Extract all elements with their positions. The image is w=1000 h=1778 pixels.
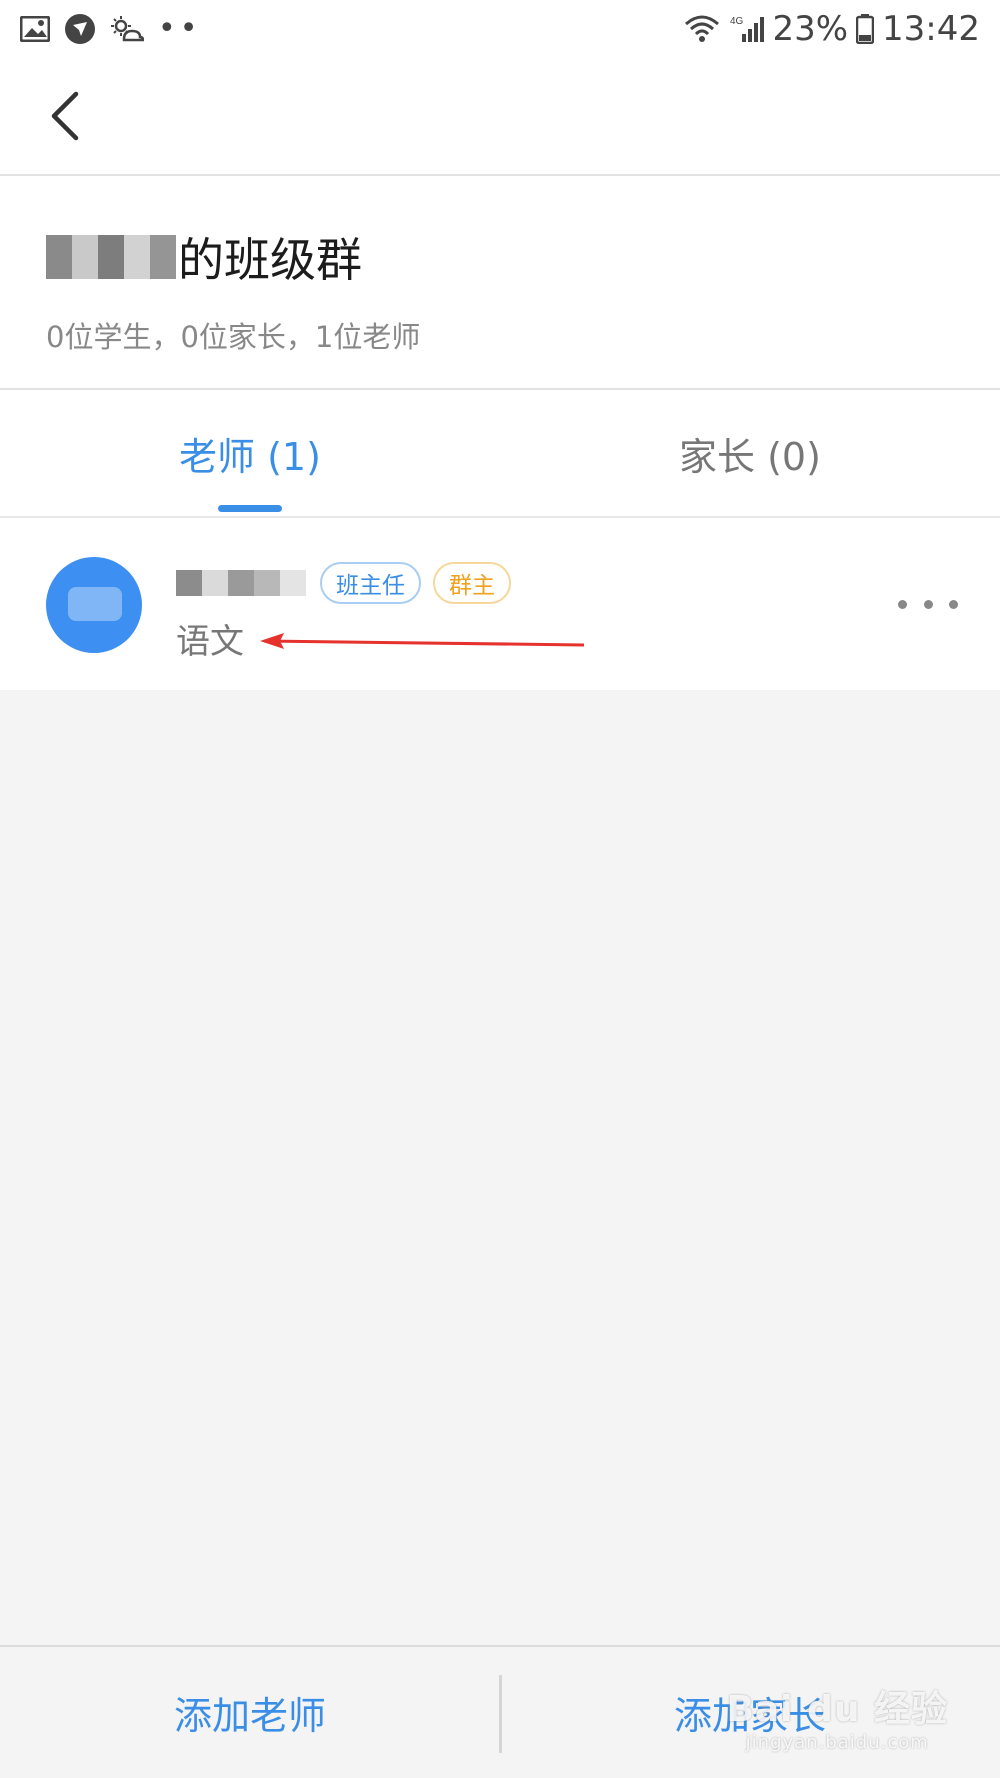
annotation-arrow xyxy=(260,633,585,649)
member-tabs: 老师 (1) 家长 (0) xyxy=(0,390,1000,518)
watermark-url: jingyan.baidu.com xyxy=(745,1732,929,1753)
status-bar-right: 4G 23% 13:42 xyxy=(684,9,980,49)
tab-teachers[interactable]: 老师 (1) xyxy=(0,390,500,516)
more-notifications-icon: •• xyxy=(158,11,202,46)
redacted-name xyxy=(46,235,176,279)
avatar[interactable] xyxy=(46,557,142,653)
status-bar: •• 4G 23% 13:42 xyxy=(0,0,1000,58)
signal-icon: 4G xyxy=(728,14,765,44)
redacted-name xyxy=(176,570,306,596)
battery-percent: 23% xyxy=(772,9,849,49)
more-dot xyxy=(923,599,933,609)
more-dot xyxy=(898,599,907,609)
group-member-summary: 0位学生，0位家长，1位老师 xyxy=(46,320,421,354)
clock: 13:42 xyxy=(882,9,980,49)
watermark: Bai du 经验 jingyan.baidu.com xyxy=(726,1680,948,1753)
more-dot xyxy=(949,599,958,609)
image-icon xyxy=(20,16,50,42)
head-teacher-badge: 班主任 xyxy=(320,562,421,604)
member-subject: 语文 xyxy=(176,622,244,662)
list-item[interactable]: 班主任 群主 语文 xyxy=(0,520,1000,690)
weather-icon xyxy=(110,15,144,43)
battery-icon xyxy=(856,14,875,44)
back-button[interactable] xyxy=(34,86,94,146)
group-header: 的班级群 0位学生，0位家长，1位老师 xyxy=(0,176,1000,390)
group-title: 的班级群 xyxy=(46,226,362,288)
empty-list-area xyxy=(0,690,1000,1645)
add-teacher-button[interactable]: 添加老师 xyxy=(0,1647,500,1778)
tab-parents-label: 家长 (0) xyxy=(679,434,821,479)
member-name: 班主任 群主 xyxy=(176,562,511,604)
app-bar xyxy=(0,58,1000,176)
more-options-button[interactable] xyxy=(898,584,958,624)
group-title-suffix: 的班级群 xyxy=(178,233,362,287)
tab-parents[interactable]: 家长 (0) xyxy=(500,390,1000,516)
wifi-icon xyxy=(684,14,720,44)
app-notification-icon xyxy=(64,13,96,45)
network-type: 4G xyxy=(730,16,744,27)
tab-teachers-label: 老师 (1) xyxy=(179,434,321,479)
bottom-divider xyxy=(499,1675,502,1753)
watermark-brand: Bai du 经验 xyxy=(726,1689,948,1730)
active-tab-indicator xyxy=(218,505,282,512)
back-arrow-icon xyxy=(51,91,79,141)
status-bar-left: •• xyxy=(20,13,201,45)
group-owner-badge: 群主 xyxy=(433,562,511,604)
avatar-redaction xyxy=(68,587,122,621)
